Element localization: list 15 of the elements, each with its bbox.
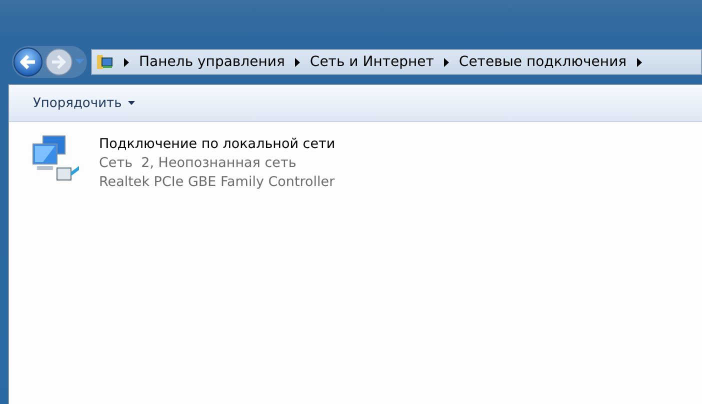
organize-button[interactable]: Упорядочить bbox=[29, 94, 139, 112]
network-folder-icon bbox=[96, 54, 114, 70]
separator-arrow-icon[interactable] bbox=[124, 58, 129, 66]
separator-arrow-icon[interactable] bbox=[636, 58, 642, 66]
caret-icon bbox=[128, 101, 135, 105]
separator-arrow-icon[interactable] bbox=[294, 58, 300, 66]
breadcrumb[interactable]: Сеть и Интернет bbox=[310, 54, 434, 70]
connection-name[interactable]: Подключение по локальной сети bbox=[99, 136, 336, 152]
adapter-name: Realtek PCIe GBE Family Controller bbox=[99, 174, 336, 190]
connection-status: Сеть 2, Неопознанная сеть bbox=[99, 155, 298, 171]
breadcrumb[interactable]: Сетевые подключения bbox=[458, 54, 627, 70]
forward-button[interactable] bbox=[45, 48, 73, 76]
separator-arrow-icon[interactable] bbox=[444, 58, 449, 66]
back-button[interactable] bbox=[13, 47, 43, 77]
breadcrumb[interactable]: Панель управления bbox=[139, 54, 285, 70]
